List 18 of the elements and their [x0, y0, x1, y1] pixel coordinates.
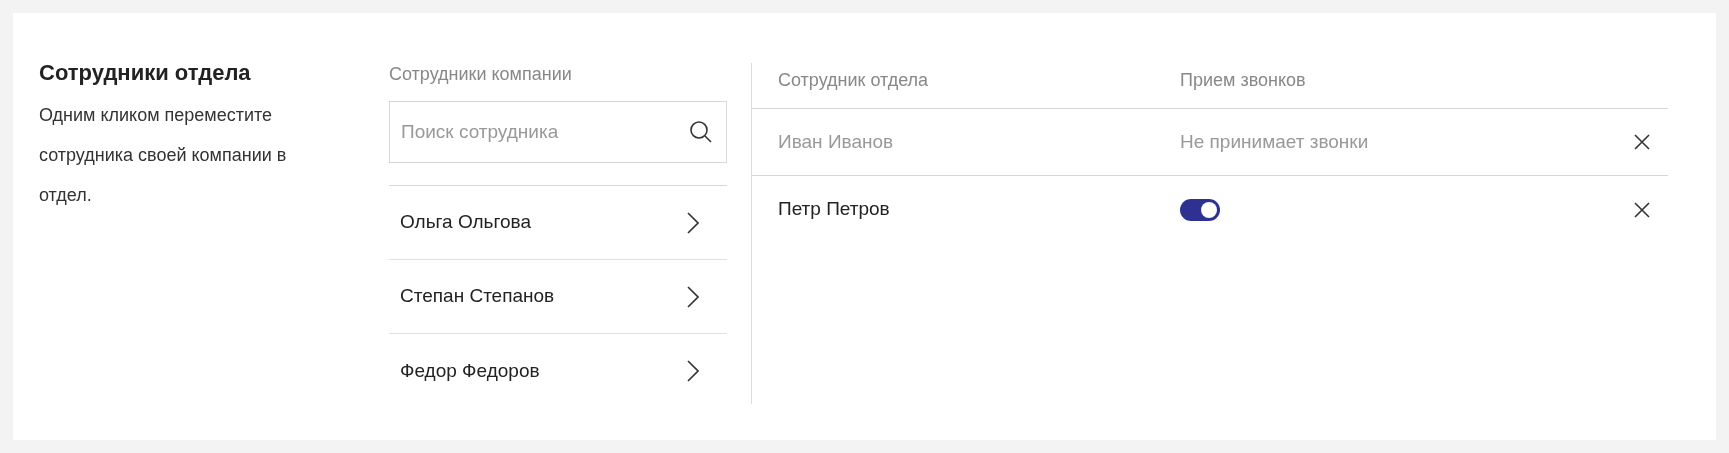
- column-header: Сотрудник отдела: [778, 68, 930, 92]
- call-toggle[interactable]: [1180, 198, 1220, 221]
- chevron-right-icon: [687, 211, 699, 234]
- employee-list-item[interactable]: Степан Степанов: [389, 260, 727, 334]
- search-field[interactable]: Поиск сотрудника: [389, 101, 727, 163]
- call-status: Не принимает звонки: [1180, 130, 1369, 152]
- chevron-right-icon: [687, 360, 699, 382]
- employee-name: Иван Иванов: [778, 129, 895, 154]
- employee-list-item[interactable]: Федор Федоров: [389, 334, 727, 408]
- employee-list-item[interactable]: Ольга Ольгова: [389, 186, 727, 260]
- section-title: Сотрудники отдела: [39, 59, 252, 87]
- section-description: Одним кликом переместите сотрудника своей компании в отдел.: [39, 104, 288, 207]
- chevron-right-icon: [687, 285, 699, 308]
- close-icon[interactable]: [1634, 201, 1650, 218]
- employee-name: Петр Петров: [778, 197, 891, 222]
- search-icon: [689, 120, 713, 144]
- column-header: Прием звонков: [1180, 68, 1306, 92]
- column-header: Сотрудники компании: [389, 63, 573, 86]
